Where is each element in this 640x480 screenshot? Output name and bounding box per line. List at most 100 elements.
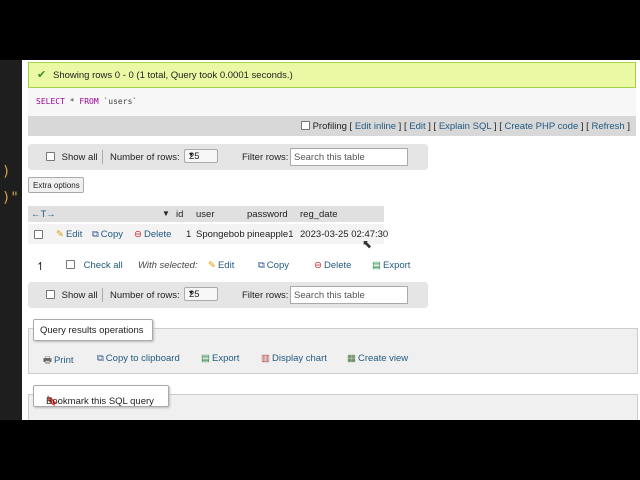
explain-sql-link[interactable]: Explain SQL xyxy=(439,121,491,132)
filter-rows-input[interactable]: Search this table xyxy=(290,148,408,166)
filter-rows-input[interactable]: Search this table xyxy=(290,286,408,304)
chart-icon: ▥ xyxy=(261,353,270,364)
export-icon: ▤ xyxy=(372,260,381,271)
rows-label: Number of rows: xyxy=(110,152,180,163)
filter-placeholder: Search this table xyxy=(294,290,365,301)
sql-query-box[interactable]: SELECT * FROM `users` xyxy=(28,88,636,116)
editor-glyph: )" xyxy=(2,190,19,206)
bulk-edit-button[interactable]: ✎ Edit xyxy=(208,260,234,271)
row-copy-link[interactable]: ⧉ Copy xyxy=(92,229,123,240)
display-chart-link[interactable]: ▥ Display chart xyxy=(261,353,327,364)
show-all-checkbox[interactable] xyxy=(46,290,55,299)
column-header-user[interactable]: user xyxy=(196,209,214,220)
row-delete-label: Delete xyxy=(143,229,172,240)
row-edit-label: Edit xyxy=(65,229,83,240)
results-table-header: ←T→ ▼ id user password reg_date xyxy=(28,206,384,222)
table-row: ✎ Edit ⧉ Copy ⊖ Delete 1 Spongebob pineappl… xyxy=(28,224,388,244)
export-icon: ▤ xyxy=(201,353,210,364)
print-icon: 🖶 xyxy=(43,355,52,366)
with-selected-bar: ↿ Check all With selected: ✎ Edit ⧉ Copy ⊖… xyxy=(28,258,428,276)
with-selected-label: With selected: xyxy=(138,260,198,271)
copy-icon: ⧉ xyxy=(97,353,104,364)
pencil-icon: ✎ xyxy=(208,260,216,271)
copy-to-clipboard-label: Copy to clipboard xyxy=(105,353,180,364)
display-chart-label: Display chart xyxy=(271,353,327,364)
cell-user[interactable]: Spongebob xyxy=(196,229,245,240)
column-header-id[interactable]: id xyxy=(176,209,183,220)
query-results-operations-panel: Query results operations 🖶 Print ⧉ Copy to… xyxy=(28,319,638,374)
divider xyxy=(102,150,103,164)
bulk-delete-label: Delete xyxy=(323,260,352,271)
sql-star: * xyxy=(69,97,75,106)
editor-glyph: ) xyxy=(2,164,11,180)
column-header-reg-date[interactable]: reg_date xyxy=(300,209,338,220)
show-all-toggle[interactable]: Show all xyxy=(46,152,98,163)
arrow-up-icon: ↿ xyxy=(36,261,46,273)
view-icon: ▦ xyxy=(347,353,356,364)
results-navigation-bottom: Show all Number of rows: 25 ▾ Filter row… xyxy=(28,282,428,308)
export-link[interactable]: ▤ Export xyxy=(201,353,239,364)
panel-title-text: Query results operations xyxy=(40,325,144,336)
query-results-operations-title: Query results operations xyxy=(33,319,153,341)
bottom-letterbox xyxy=(0,420,640,480)
show-all-label: Show all xyxy=(61,290,98,301)
pencil-icon: ✎ xyxy=(56,229,64,240)
show-all-checkbox[interactable] xyxy=(46,152,55,161)
copy-icon: ⧉ xyxy=(92,229,99,240)
row-delete-link[interactable]: ⊖ Delete xyxy=(134,229,171,240)
bookmark-label: Bookmark this SQL query xyxy=(46,396,154,407)
success-message: ✔ Showing rows 0 - 0 (1 total, Query too… xyxy=(28,62,636,88)
chevron-down-icon: ▾ xyxy=(189,150,194,159)
rows-select[interactable]: 25 ▾ xyxy=(184,149,218,163)
rows-select[interactable]: 25 ▾ xyxy=(184,287,218,301)
print-link[interactable]: 🖶 Print xyxy=(43,353,74,369)
row-edit-link[interactable]: ✎ Edit xyxy=(56,229,82,240)
cell-password[interactable]: pineapple1 xyxy=(247,229,294,240)
copy-icon: ⧉ xyxy=(258,260,265,271)
query-tools-bar: Profiling [ Edit inline ] [ Edit ] [ Exp… xyxy=(28,116,636,136)
bulk-export-label: Export xyxy=(382,260,411,271)
profiling-label: Profiling xyxy=(312,121,347,132)
sql-keyword: SELECT xyxy=(36,97,65,106)
edit-link[interactable]: Edit xyxy=(409,121,425,132)
code-editor-strip: ) )" xyxy=(0,60,22,420)
filter-label: Filter rows: xyxy=(242,290,289,301)
filter-placeholder: Search this table xyxy=(294,152,365,163)
sort-icon[interactable]: ▼ xyxy=(162,209,170,218)
bulk-export-button[interactable]: ▤ Export xyxy=(372,260,410,271)
bulk-copy-button[interactable]: ⧉ Copy xyxy=(258,260,289,271)
refresh-link[interactable]: Refresh xyxy=(591,121,624,132)
bulk-edit-label: Edit xyxy=(217,260,235,271)
check-all-toggle[interactable]: Check all xyxy=(66,260,123,271)
top-letterbox xyxy=(0,0,640,60)
bookmark-title[interactable]: 🔖 Bookmark this SQL query xyxy=(33,385,169,407)
show-all-toggle[interactable]: Show all xyxy=(46,290,98,301)
filter-label: Filter rows: xyxy=(242,152,289,163)
sql-query: SELECT * FROM `users` xyxy=(36,97,137,106)
profiling-checkbox[interactable] xyxy=(300,121,310,130)
sql-keyword: FROM xyxy=(79,97,99,106)
bookmark-panel: 🔖 Bookmark this SQL query xyxy=(28,385,638,420)
success-text: Showing rows 0 - 0 (1 total, Query took … xyxy=(53,70,293,81)
column-header-password[interactable]: password xyxy=(247,209,288,220)
column-arrows-icon[interactable]: ←T→ xyxy=(31,209,56,220)
delete-icon: ⊖ xyxy=(134,229,142,240)
extra-options-button[interactable]: Extra options xyxy=(28,177,84,193)
bulk-delete-button[interactable]: ⊖ Delete xyxy=(314,260,351,271)
row-copy-label: Copy xyxy=(100,229,123,240)
show-all-label: Show all xyxy=(61,152,98,163)
delete-icon: ⊖ xyxy=(314,260,322,271)
cell-id[interactable]: 1 xyxy=(186,229,191,240)
sql-table: `users` xyxy=(103,97,138,106)
cell-reg-date[interactable]: 2023-03-25 02:47:30 xyxy=(300,229,388,240)
print-label: Print xyxy=(53,355,74,366)
copy-to-clipboard-link[interactable]: ⧉ Copy to clipboard xyxy=(97,353,180,364)
check-all-checkbox[interactable] xyxy=(66,260,75,269)
create-view-link[interactable]: ▦ Create view xyxy=(347,353,408,364)
row-checkbox[interactable] xyxy=(34,230,43,239)
edit-inline-link[interactable]: Edit inline xyxy=(355,121,396,132)
rows-label: Number of rows: xyxy=(110,290,180,301)
bulk-copy-label: Copy xyxy=(266,260,289,271)
create-php-code-link[interactable]: Create PHP code xyxy=(504,121,578,132)
extra-options-label: Extra options xyxy=(33,181,80,190)
